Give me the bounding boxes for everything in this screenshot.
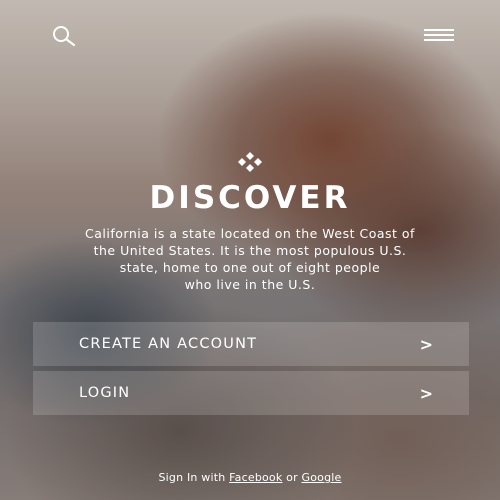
description: California is a state located on the Wes… bbox=[30, 225, 470, 293]
chevron-right-icon: > bbox=[419, 383, 433, 403]
description-line: California is a state located on the Wes… bbox=[85, 226, 415, 241]
hamburger-menu-icon bbox=[424, 29, 454, 41]
create-account-label: CREATE AN ACCOUNT bbox=[79, 336, 258, 352]
login-label: LOGIN bbox=[79, 385, 131, 401]
description-line: the United States. It is the most populo… bbox=[93, 243, 407, 258]
menu-button[interactable] bbox=[424, 24, 454, 48]
login-button[interactable]: LOGIN > bbox=[33, 371, 469, 415]
social-signin: Sign In with Facebook or Google bbox=[0, 471, 500, 484]
diamond-logo-icon bbox=[232, 150, 268, 174]
search-button[interactable] bbox=[50, 24, 78, 48]
create-account-button[interactable]: CREATE AN ACCOUNT > bbox=[33, 322, 469, 366]
chevron-right-icon: > bbox=[419, 334, 433, 354]
description-line: who live in the U.S. bbox=[184, 277, 316, 292]
facebook-link[interactable]: Facebook bbox=[229, 471, 282, 484]
or-text: or bbox=[286, 471, 298, 484]
google-link[interactable]: Google bbox=[302, 471, 342, 484]
signin-prefix: Sign In with bbox=[158, 471, 226, 484]
description-line: state, home to one out of eight people bbox=[119, 260, 381, 275]
page-title: DISCOVER bbox=[149, 180, 351, 216]
search-icon bbox=[53, 26, 76, 47]
